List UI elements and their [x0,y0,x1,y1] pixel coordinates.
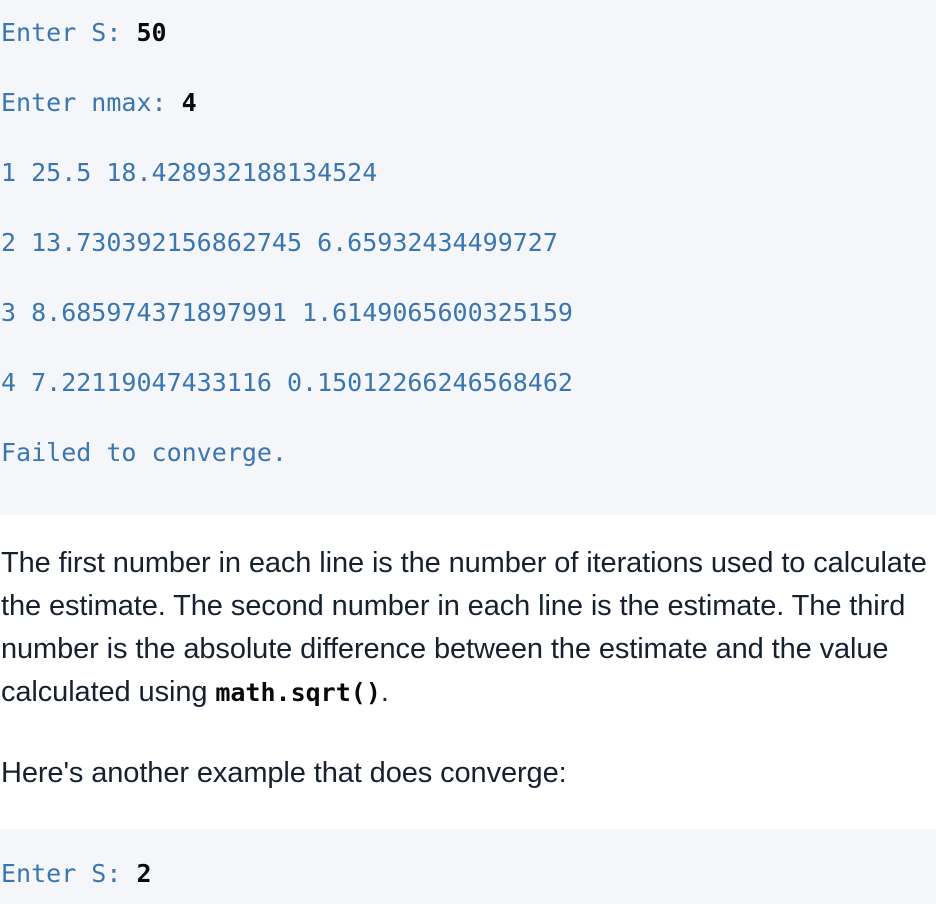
code-line: Enter S: 50 [0,13,936,53]
paragraph-explanation: The first number in each line is the num… [0,542,936,714]
paragraph-text-before-code: The first number in each line is the num… [1,547,927,708]
prompt-text: Enter nmax: [1,88,182,117]
code-block-converged-example: Enter S: 2 Enter nmax: 5 1 1.5 0.0857864… [0,829,936,904]
user-input-value: 4 [181,88,197,117]
code-line: 1 25.5 18.428932188134524 [1,158,378,187]
code-line: Failed to converge. [1,438,287,467]
prompt-text: Enter S: [1,859,137,888]
inline-code-math-sqrt: math.sqrt() [215,678,381,707]
code-line: 4 7.22119047433116 0.15012266246568462 [1,368,573,397]
code-line: 3 8.685974371897991 1.6149065600325159 [1,298,573,327]
paragraph-text-after-code: . [380,676,389,708]
user-input-value: 2 [136,859,152,888]
code-block-failed-example: Enter S: 50 Enter nmax: 4 1 25.5 18.4289… [0,0,936,515]
document-content: Enter S: 50 Enter nmax: 4 1 25.5 18.4289… [0,0,936,904]
user-input-value: 50 [136,18,167,47]
prompt-text: Enter S: [1,18,137,47]
code-line: Enter nmax: 4 [0,83,936,123]
code-line: 2 13.730392156862745 6.65932434499727 [1,228,558,257]
paragraph-intro-second-example: Here's another example that does converg… [1,757,567,789]
code-line: Enter S: 2 [0,854,936,894]
page-root: Enter S: 50 Enter nmax: 4 1 25.5 18.4289… [0,0,936,904]
